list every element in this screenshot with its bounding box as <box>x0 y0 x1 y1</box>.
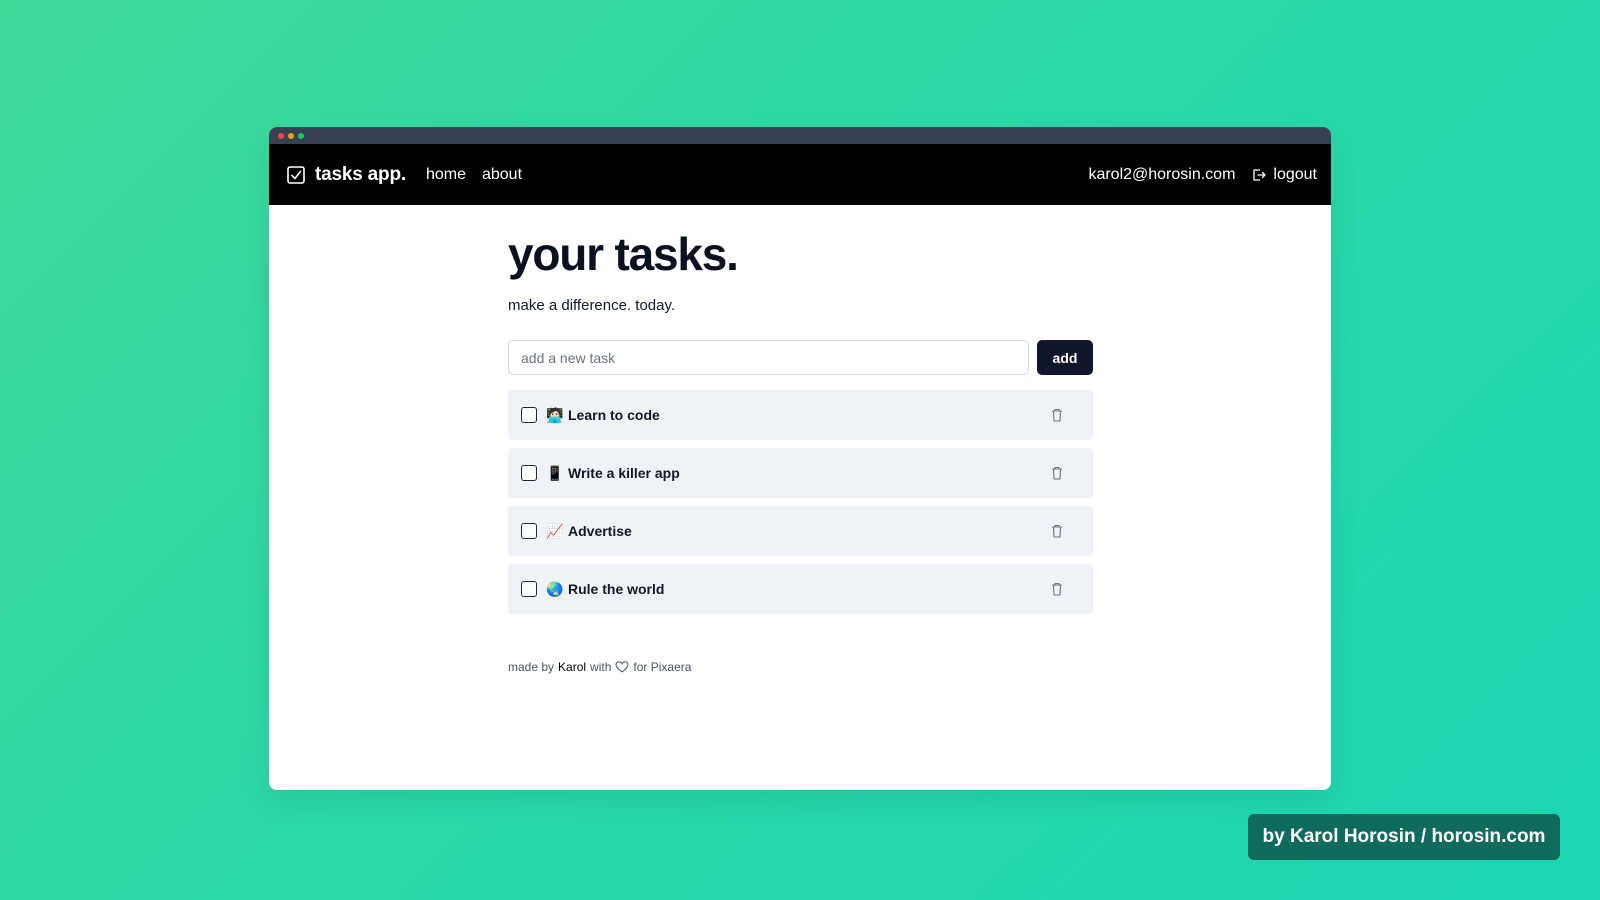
task-item: 📈 Advertise <box>508 506 1093 556</box>
add-task-form: add <box>508 340 1093 375</box>
nav-links: home about <box>426 166 522 184</box>
task-item: 🌏 Rule the world <box>508 564 1093 614</box>
task-checkbox[interactable] <box>521 523 537 539</box>
task-emoji: 🧑🏻‍💻 <box>546 406 564 423</box>
nav-user-area: karol2@horosin.com logout <box>1088 166 1317 184</box>
zoom-window-dot[interactable] <box>298 132 304 139</box>
footer-for: for Pixaera <box>633 660 692 674</box>
user-email: karol2@horosin.com <box>1088 165 1236 183</box>
nav-link-about[interactable]: about <box>482 166 522 184</box>
page-title: your tasks. <box>508 228 739 280</box>
nav-link-home[interactable]: home <box>426 166 466 184</box>
task-checkbox[interactable] <box>521 581 537 597</box>
brand-name[interactable]: tasks app. <box>315 164 406 186</box>
brand[interactable]: tasks app. <box>287 164 406 186</box>
browser-window: tasks app. home about karol2@horosin.com… <box>269 127 1331 790</box>
trash-icon[interactable] <box>1051 408 1063 422</box>
task-item: 🧑🏻‍💻 Learn to code <box>508 390 1093 440</box>
logout-label[interactable]: logout <box>1273 166 1317 184</box>
logout-button[interactable]: logout <box>1251 166 1317 184</box>
main-content: your tasks. make a difference. today. ad… <box>508 231 1093 674</box>
close-window-dot[interactable] <box>278 132 284 139</box>
add-task-button[interactable]: add <box>1037 340 1093 375</box>
logout-icon <box>1251 167 1267 183</box>
trash-icon[interactable] <box>1051 582 1063 596</box>
window-titlebar <box>269 127 1331 144</box>
new-task-input[interactable] <box>508 340 1029 375</box>
task-emoji: 📈 <box>546 522 564 539</box>
task-emoji: 🌏 <box>546 580 564 597</box>
task-checkbox[interactable] <box>521 465 537 481</box>
heart-icon <box>615 660 629 674</box>
footer: made by Karol with for Pixaera <box>508 660 1093 674</box>
trash-icon[interactable] <box>1051 466 1063 480</box>
task-item: 📱 Write a killer app <box>508 448 1093 498</box>
task-emoji: 📱 <box>546 464 564 481</box>
task-text: Learn to code <box>568 407 660 423</box>
footer-author-link[interactable]: Karol <box>558 660 586 674</box>
task-checkbox[interactable] <box>521 407 537 423</box>
task-text: Rule the world <box>568 581 665 597</box>
page-subtitle: make a difference. today. <box>508 297 676 314</box>
trash-icon[interactable] <box>1051 524 1063 538</box>
checkbox-icon <box>287 165 305 184</box>
navbar: tasks app. home about karol2@horosin.com… <box>269 144 1331 205</box>
task-text: Advertise <box>568 523 632 539</box>
task-list: 🧑🏻‍💻 Learn to code 📱 Write a killer app … <box>508 390 1093 614</box>
credit-badge: by Karol Horosin / horosin.com <box>1248 814 1560 860</box>
footer-with: with <box>590 660 612 674</box>
minimize-window-dot[interactable] <box>288 132 294 139</box>
footer-made-by: made by <box>508 660 555 674</box>
task-text: Write a killer app <box>568 465 680 481</box>
